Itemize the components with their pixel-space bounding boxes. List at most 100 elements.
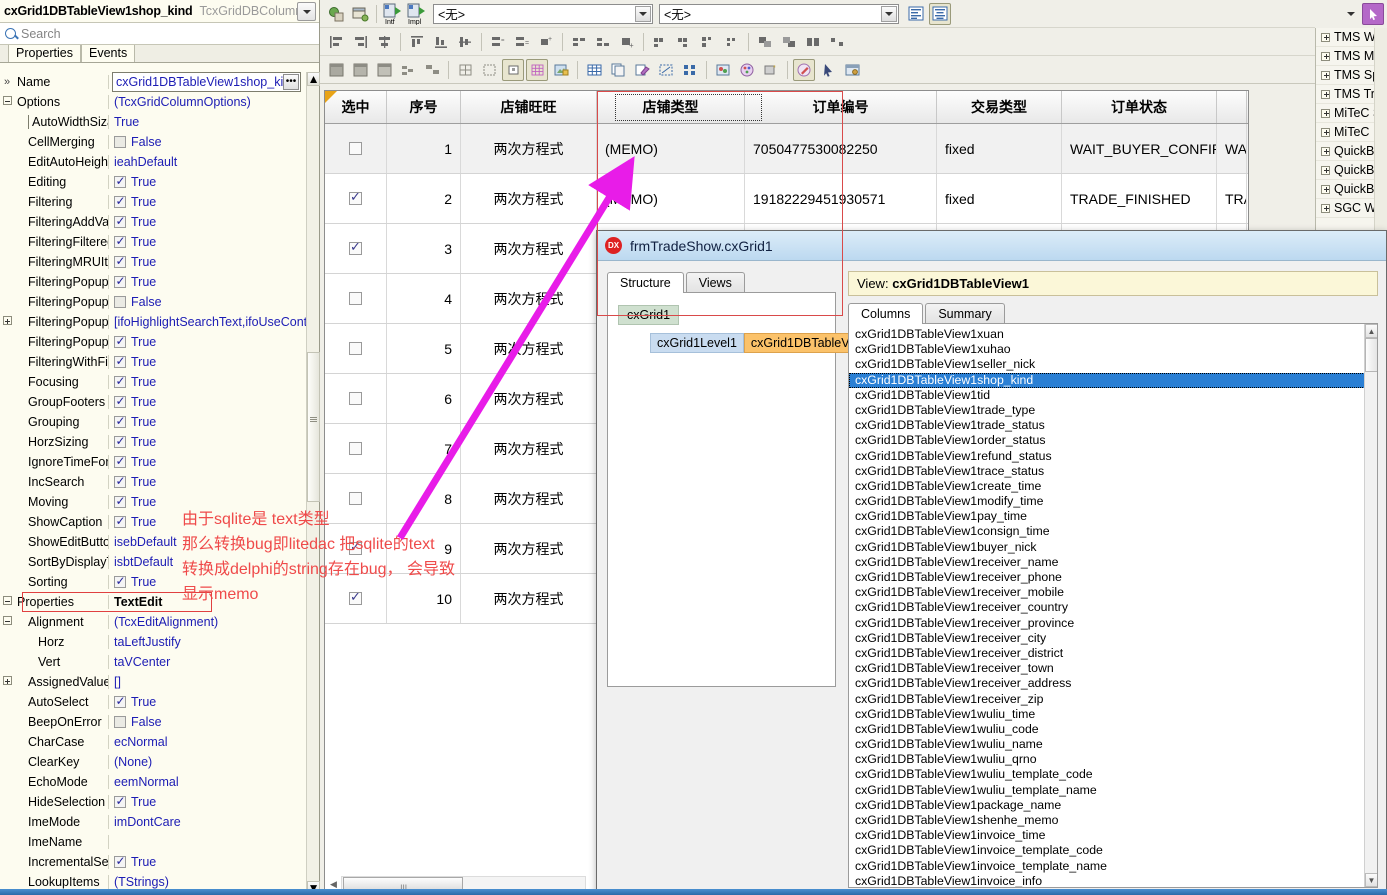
property-row-name[interactable]: » Name cxGrid1DBTableView1shop_kind •••: [0, 72, 319, 92]
property-value[interactable]: (TcxGridColumnOptions): [109, 95, 319, 109]
grid-row[interactable]: 1 两次方程式 (MEMO) 7050477530082250 fixed WAIT_BU…: [325, 124, 1248, 174]
tab-order-icon[interactable]: [568, 31, 590, 53]
show-grid-icon[interactable]: [526, 58, 548, 81]
property-row[interactable]: Vert taVCenter: [0, 652, 319, 672]
property-row[interactable]: ImeMode imDontCare: [0, 812, 319, 832]
cell-selected[interactable]: [325, 424, 387, 473]
row-select-checkbox[interactable]: [349, 142, 362, 155]
size-equal-width-icon[interactable]: =: [487, 31, 509, 53]
checkbox-icon[interactable]: [114, 716, 126, 728]
column-list-item[interactable]: cxGrid1DBTableView1receiver_zip: [849, 692, 1377, 707]
row-select-checkbox[interactable]: [349, 392, 362, 405]
property-row[interactable]: FilteringMRUIter True: [0, 252, 319, 272]
property-row[interactable]: FilteringPopupIr False: [0, 292, 319, 312]
lock-image-icon[interactable]: [550, 59, 572, 81]
checkbox-icon[interactable]: [114, 355, 126, 368]
align-grid-icon[interactable]: [454, 59, 476, 81]
columns-scroll-up-arrow[interactable]: ▲: [1365, 324, 1377, 338]
member-combo-chevron-icon[interactable]: [881, 5, 897, 22]
grid-column-header[interactable]: [1217, 91, 1247, 123]
column-list-item[interactable]: cxGrid1DBTableView1invoice_info: [849, 874, 1377, 887]
property-value[interactable]: True: [109, 255, 319, 269]
tab-views[interactable]: Views: [685, 272, 745, 293]
class-combo-chevron-icon[interactable]: [635, 5, 651, 22]
column-list-item[interactable]: cxGrid1DBTableView1shenhe_memo: [849, 813, 1377, 828]
column-list-item[interactable]: cxGrid1DBTableView1invoice_time: [849, 828, 1377, 843]
grid-column-header[interactable]: 订单编号: [745, 91, 937, 123]
image-list-icon[interactable]: [712, 59, 734, 81]
column-list-item[interactable]: cxGrid1DBTableView1xuan: [849, 327, 1377, 342]
checkbox-icon[interactable]: [114, 495, 126, 508]
property-row[interactable]: Alignment (TcxEditAlignment): [0, 612, 319, 632]
row-select-checkbox[interactable]: [349, 189, 362, 205]
cell-order-status-overflow[interactable]: WAIT_BUYER_CONFIRM_: [1217, 124, 1247, 173]
column-list-item[interactable]: cxGrid1DBTableView1invoice_template_name: [849, 859, 1377, 874]
checkbox-icon[interactable]: [114, 136, 126, 148]
property-value[interactable]: False: [109, 715, 319, 729]
tab-structure[interactable]: Structure: [607, 272, 684, 293]
column-list-item[interactable]: cxGrid1DBTableView1modify_time: [849, 494, 1377, 509]
property-value[interactable]: ecNormal: [109, 735, 319, 749]
new-form-icon[interactable]: [325, 59, 347, 81]
checkbox-icon[interactable]: [114, 515, 126, 528]
color-palette-icon[interactable]: [736, 59, 758, 81]
property-row[interactable]: ImeName: [0, 832, 319, 852]
column-list-item[interactable]: cxGrid1DBTableView1receiver_address: [849, 676, 1377, 691]
property-row[interactable]: GroupFooters True: [0, 392, 319, 412]
property-value[interactable]: True: [109, 235, 319, 249]
property-value[interactable]: [ifoHighlightSearchText,ifoUseCont: [109, 315, 319, 329]
table-view-icon[interactable]: [583, 59, 605, 81]
cell-shop-kind[interactable]: (MEMO): [597, 124, 745, 173]
layout-icon[interactable]: [421, 59, 443, 81]
property-value[interactable]: True: [109, 275, 319, 289]
columns-list-scrollbar[interactable]: ▲ ▼: [1364, 324, 1377, 887]
column-list-item[interactable]: cxGrid1DBTableView1trace_status: [849, 464, 1377, 479]
property-value[interactable]: taVCenter: [109, 655, 319, 669]
collapse-minus-icon[interactable]: [2, 596, 12, 605]
column-list-item[interactable]: cxGrid1DBTableView1package_name: [849, 798, 1377, 813]
expand-plus-icon[interactable]: [1321, 89, 1330, 99]
property-value[interactable]: True: [109, 435, 319, 449]
interface-section-icon[interactable]: Intf: [382, 3, 404, 25]
new-frame-icon[interactable]: [349, 59, 371, 81]
property-value[interactable]: True: [109, 795, 319, 809]
checkbox-icon[interactable]: [114, 475, 126, 488]
property-row[interactable]: IgnoreTimeForF True: [0, 452, 319, 472]
property-row[interactable]: Options (TcxGridColumnOptions): [0, 92, 319, 112]
checkbox-icon[interactable]: [114, 195, 126, 208]
cell-row-number[interactable]: 1: [387, 124, 461, 173]
cell-trade-type[interactable]: fixed: [937, 124, 1062, 173]
property-row[interactable]: IncrementalSear True: [0, 852, 319, 872]
cell-selected[interactable]: [325, 374, 387, 423]
property-value[interactable]: (TStrings): [109, 875, 319, 889]
ellipsis-button[interactable]: •••: [283, 74, 299, 90]
row-select-checkbox[interactable]: [349, 492, 362, 505]
cell-order-no[interactable]: 7050477530082250: [745, 124, 937, 173]
tab-summary[interactable]: Summary: [925, 303, 1005, 324]
pointer-tool-icon[interactable]: [817, 59, 839, 81]
column-list-item[interactable]: cxGrid1DBTableView1wuliu_template_name: [849, 783, 1377, 798]
space-vertically-icon[interactable]: [673, 31, 695, 53]
inspector-scrollbar[interactable]: ▲ ▼: [306, 72, 320, 895]
columns-scrollbar-thumb[interactable]: [1365, 338, 1377, 372]
checkbox-icon[interactable]: [114, 855, 126, 868]
column-list-item[interactable]: cxGrid1DBTableView1xuhao: [849, 342, 1377, 357]
cell-shop-nick[interactable]: 两次方程式: [461, 474, 597, 523]
row-select-checkbox[interactable]: [349, 589, 362, 605]
scroll-up-arrow[interactable]: ▲: [307, 72, 320, 86]
property-value[interactable]: []: [109, 675, 319, 689]
row-select-checkbox[interactable]: [349, 342, 362, 355]
tab-properties[interactable]: Properties: [8, 45, 81, 62]
checkbox-icon[interactable]: [114, 695, 126, 708]
align-top-icon[interactable]: [406, 31, 428, 53]
checkbox-icon[interactable]: [114, 235, 126, 248]
cell-row-number[interactable]: 4: [387, 274, 461, 323]
property-row[interactable]: CellMerging False: [0, 132, 319, 152]
property-row[interactable]: Horz taLeftJustify: [0, 632, 319, 652]
column-list-item[interactable]: cxGrid1DBTableView1wuliu_qrno: [849, 752, 1377, 767]
object-selector-dropdown-button[interactable]: [297, 2, 316, 21]
column-list-item[interactable]: cxGrid1DBTableView1refund_status: [849, 449, 1377, 464]
property-value[interactable]: True: [109, 375, 319, 389]
grid-column-header[interactable]: 序号: [387, 91, 461, 123]
cell-trade-type[interactable]: fixed: [937, 174, 1062, 223]
